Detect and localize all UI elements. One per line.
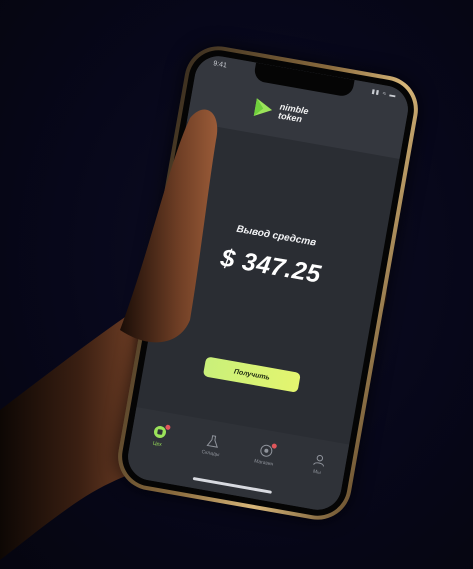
tab-label: Магазин bbox=[253, 458, 274, 468]
tab-profile[interactable]: Мы bbox=[294, 450, 343, 480]
tab-shop[interactable]: Магазин bbox=[241, 440, 290, 470]
notification-badge bbox=[270, 443, 277, 449]
tab-warehouses[interactable]: Склады bbox=[187, 431, 236, 461]
profile-icon bbox=[312, 453, 327, 468]
brand-wordmark: nimble token bbox=[277, 101, 309, 125]
receive-button[interactable]: Получить bbox=[202, 356, 301, 393]
play-triangle-icon bbox=[253, 98, 273, 116]
tab-label: Мы bbox=[312, 468, 322, 476]
tab-label: Склады bbox=[201, 449, 220, 459]
home-coin-icon bbox=[152, 424, 171, 439]
notification-badge bbox=[164, 424, 171, 431]
tab-label: Цех bbox=[152, 440, 163, 448]
brand-logo: nimble token bbox=[250, 95, 309, 128]
shop-icon bbox=[258, 443, 277, 458]
tab-workshop[interactable]: Цех bbox=[134, 422, 183, 452]
flask-icon bbox=[205, 434, 220, 449]
scene: nimble token 9:41 ▮▮ ≈ ▬ Вывод средств $… bbox=[0, 0, 473, 569]
